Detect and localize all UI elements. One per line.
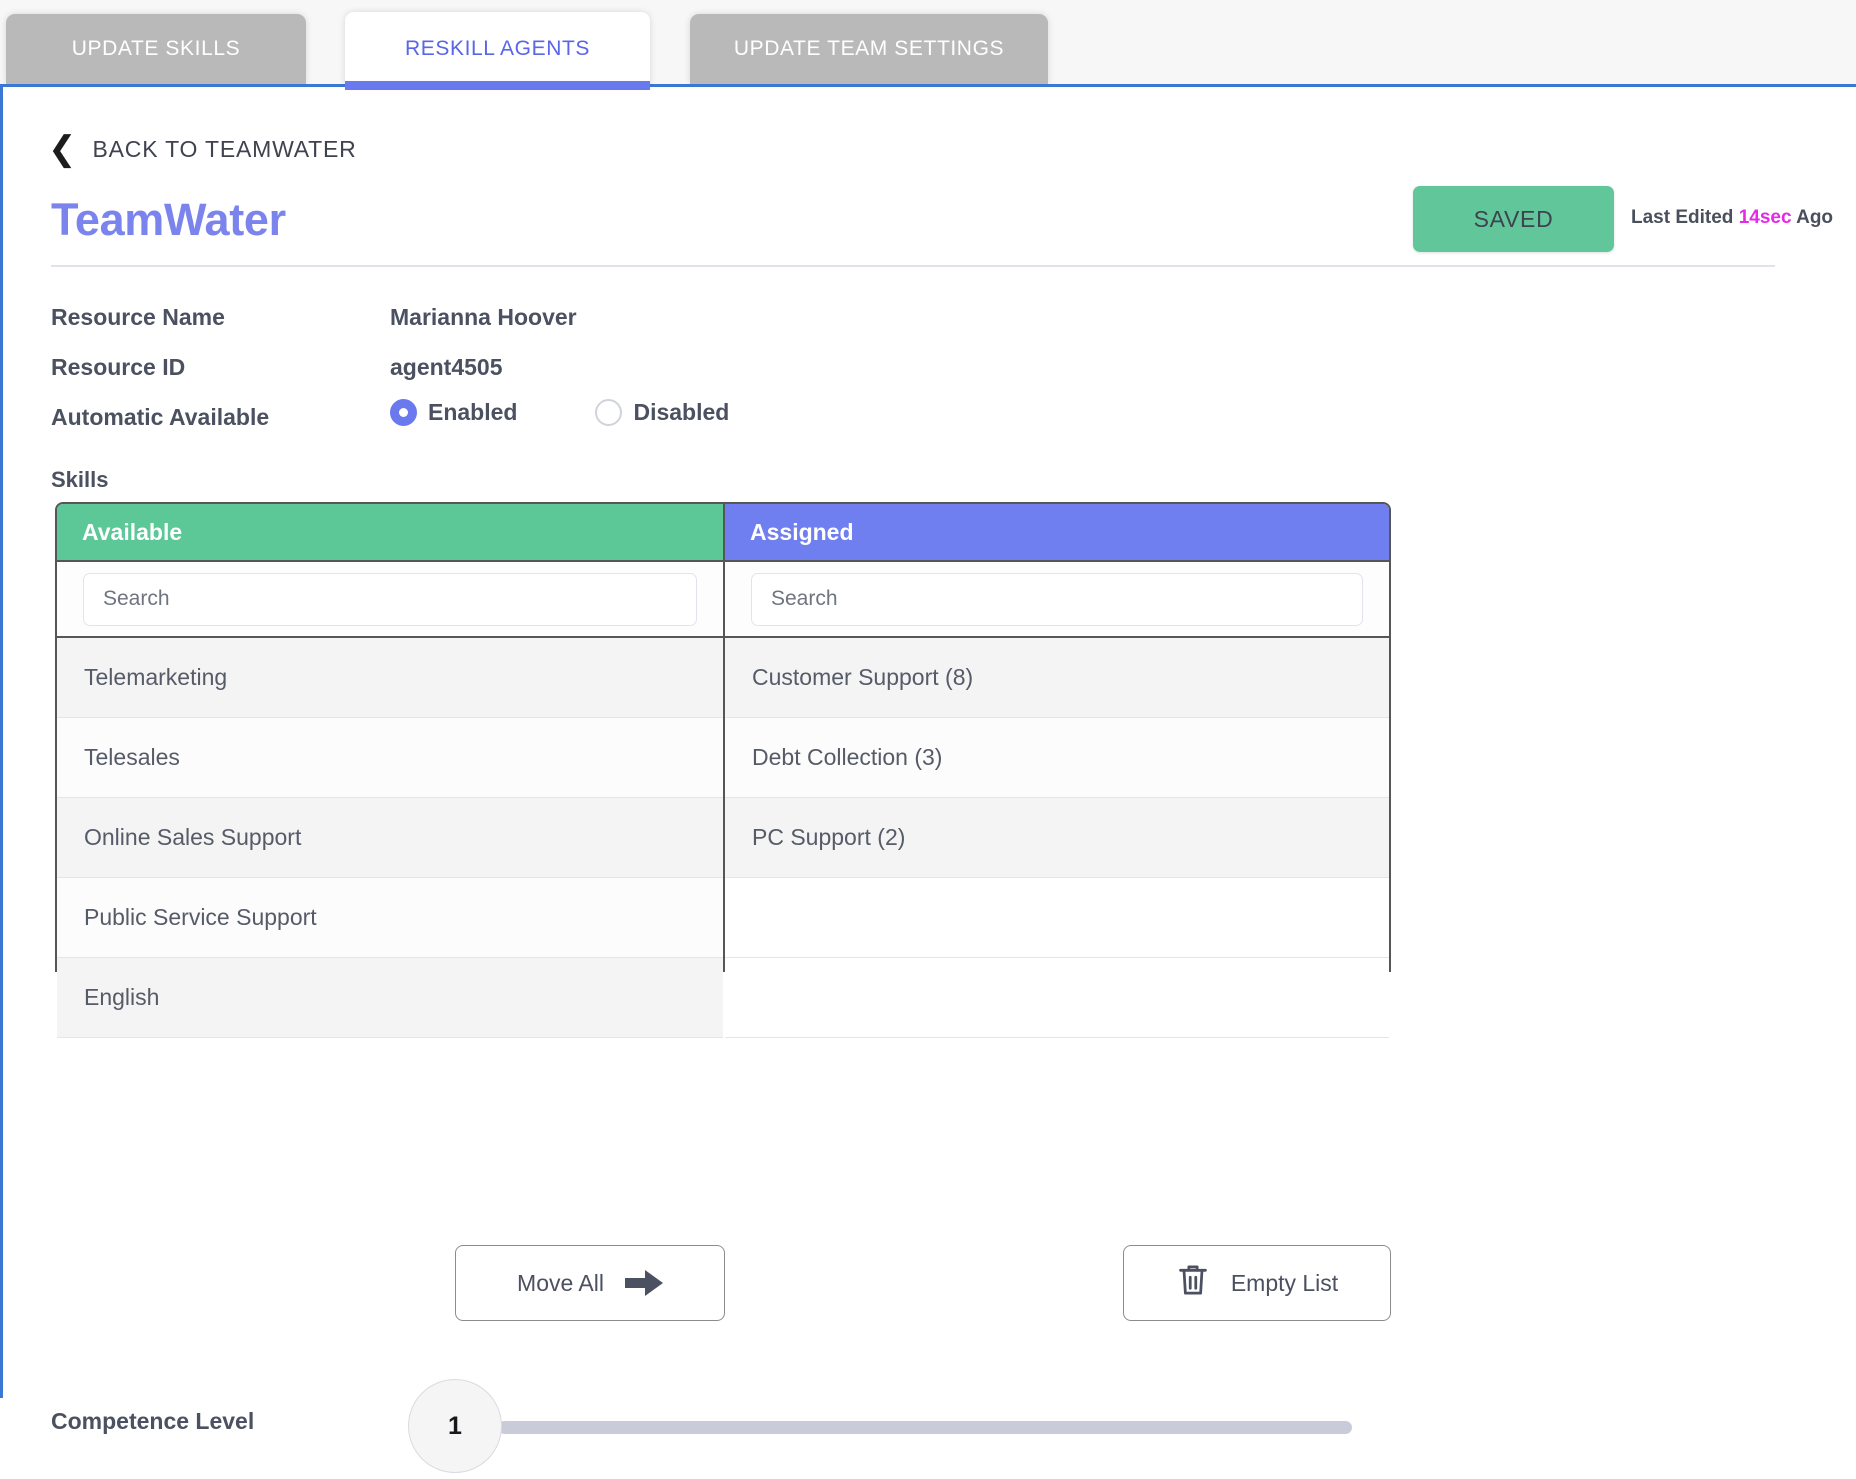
header-divider [51, 265, 1775, 267]
assigned-skills-list: Customer Support (8) Debt Collection (3) P… [725, 638, 1389, 1038]
resource-id-value: agent4505 [390, 354, 503, 380]
resource-name-label: Resource Name [51, 304, 225, 330]
resource-name-row: Resource Name Marianna Hoover [51, 304, 951, 334]
slider-thumb[interactable]: 1 [408, 1379, 502, 1473]
list-item[interactable]: Customer Support (8) [725, 638, 1389, 718]
list-item[interactable]: Debt Collection (3) [725, 718, 1389, 798]
resource-id-label: Resource ID [51, 354, 186, 380]
move-all-button[interactable]: Move All [455, 1245, 725, 1321]
save-button[interactable]: SAVED [1413, 186, 1614, 252]
trash-icon [1176, 1262, 1210, 1304]
back-link-label: BACK TO TEAMWATER [92, 135, 357, 162]
list-item-label: Online Sales Support [84, 824, 302, 850]
page-content: ❮ BACK TO TEAMWATER TeamWater SAVED Last… [3, 87, 1856, 1473]
available-skills-list: Telemarketing Telesales Online Sales Suppo… [57, 638, 723, 1038]
move-all-label: Move All [517, 1269, 604, 1296]
tab-label: RESKILL AGENTS [404, 37, 591, 60]
empty-list-button[interactable]: Empty List [1123, 1245, 1391, 1321]
skills-section-label: Skills [51, 467, 109, 492]
tab-update-skills[interactable]: UPDATE SKILLS [6, 14, 306, 84]
slider-track[interactable] [498, 1421, 1352, 1434]
list-item-label: Telemarketing [84, 664, 228, 690]
assigned-search-wrapper [725, 562, 1389, 638]
list-item[interactable]: Public Service Support [57, 878, 723, 958]
list-item-label: Customer Support (8) [752, 664, 974, 690]
assigned-skills-column: Assigned Customer Support (8) Debt Collec… [723, 504, 1389, 1038]
list-item-label: Telesales [84, 744, 180, 770]
radio-enabled-label: Enabled [428, 399, 518, 425]
available-skills-column: Available Telemarketing Telesales Online S… [57, 504, 723, 1038]
list-item[interactable]: Online Sales Support [57, 798, 723, 878]
list-item-empty [725, 958, 1389, 1038]
available-search-input[interactable] [83, 572, 697, 626]
skills-dual-list: Available Telemarketing Telesales Online S… [55, 502, 1391, 1038]
last-edited-status: Last Edited 14sec Ago [1631, 207, 1833, 229]
chevron-left-icon: ❮ [48, 130, 77, 168]
content-top-rule [0, 84, 1856, 87]
resource-id-row: Resource ID agent4505 [51, 354, 951, 384]
assigned-search-input[interactable] [751, 572, 1363, 626]
list-item-label: Debt Collection (3) [752, 744, 943, 770]
list-item[interactable]: English [57, 958, 723, 1038]
tab-label: UPDATE SKILLS [71, 37, 241, 60]
last-edited-value: 14sec [1738, 207, 1792, 228]
back-to-teamwater-link[interactable]: ❮ BACK TO TEAMWATER [48, 132, 357, 166]
automatic-available-label: Automatic Available [51, 404, 270, 430]
list-item-label: PC Support (2) [752, 824, 906, 850]
tab-update-team-settings[interactable]: UPDATE TEAM SETTINGS [690, 14, 1048, 84]
last-edited-suffix: Ago [1791, 207, 1834, 228]
assigned-column-header: Assigned [725, 504, 1389, 562]
list-item[interactable]: PC Support (2) [725, 798, 1389, 878]
arrow-right-icon [624, 1270, 663, 1296]
available-column-header: Available [57, 504, 723, 562]
list-item-label: Public Service Support [84, 904, 317, 930]
available-search-wrapper [57, 562, 723, 638]
empty-list-label: Empty List [1230, 1269, 1339, 1296]
competence-level-label: Competence Level [51, 1408, 255, 1434]
automatic-available-row: Automatic Available Enabled Disabled [51, 399, 951, 438]
content-left-rule [0, 84, 3, 1398]
list-item-empty [725, 878, 1389, 958]
list-item[interactable]: Telesales [57, 718, 723, 798]
radio-disabled-label: Disabled [633, 399, 730, 425]
radio-enabled-indicator[interactable] [390, 399, 417, 426]
radio-disabled-indicator[interactable] [595, 399, 623, 426]
list-item[interactable]: Telemarketing [57, 638, 723, 718]
radio-option-enabled[interactable]: Enabled [390, 399, 517, 426]
tab-label: UPDATE TEAM SETTINGS [733, 37, 1005, 60]
tab-reskill-agents[interactable]: RESKILL AGENTS [345, 12, 650, 90]
last-edited-prefix: Last Edited [1631, 207, 1739, 228]
resource-name-value: Marianna Hoover [390, 304, 577, 330]
automatic-available-radio-group: Enabled Disabled [390, 399, 729, 426]
radio-option-disabled[interactable]: Disabled [595, 399, 729, 426]
page-title: TeamWater [51, 194, 286, 245]
competence-level-slider[interactable]: 1 [408, 1379, 1358, 1479]
list-item-label: English [84, 984, 160, 1010]
